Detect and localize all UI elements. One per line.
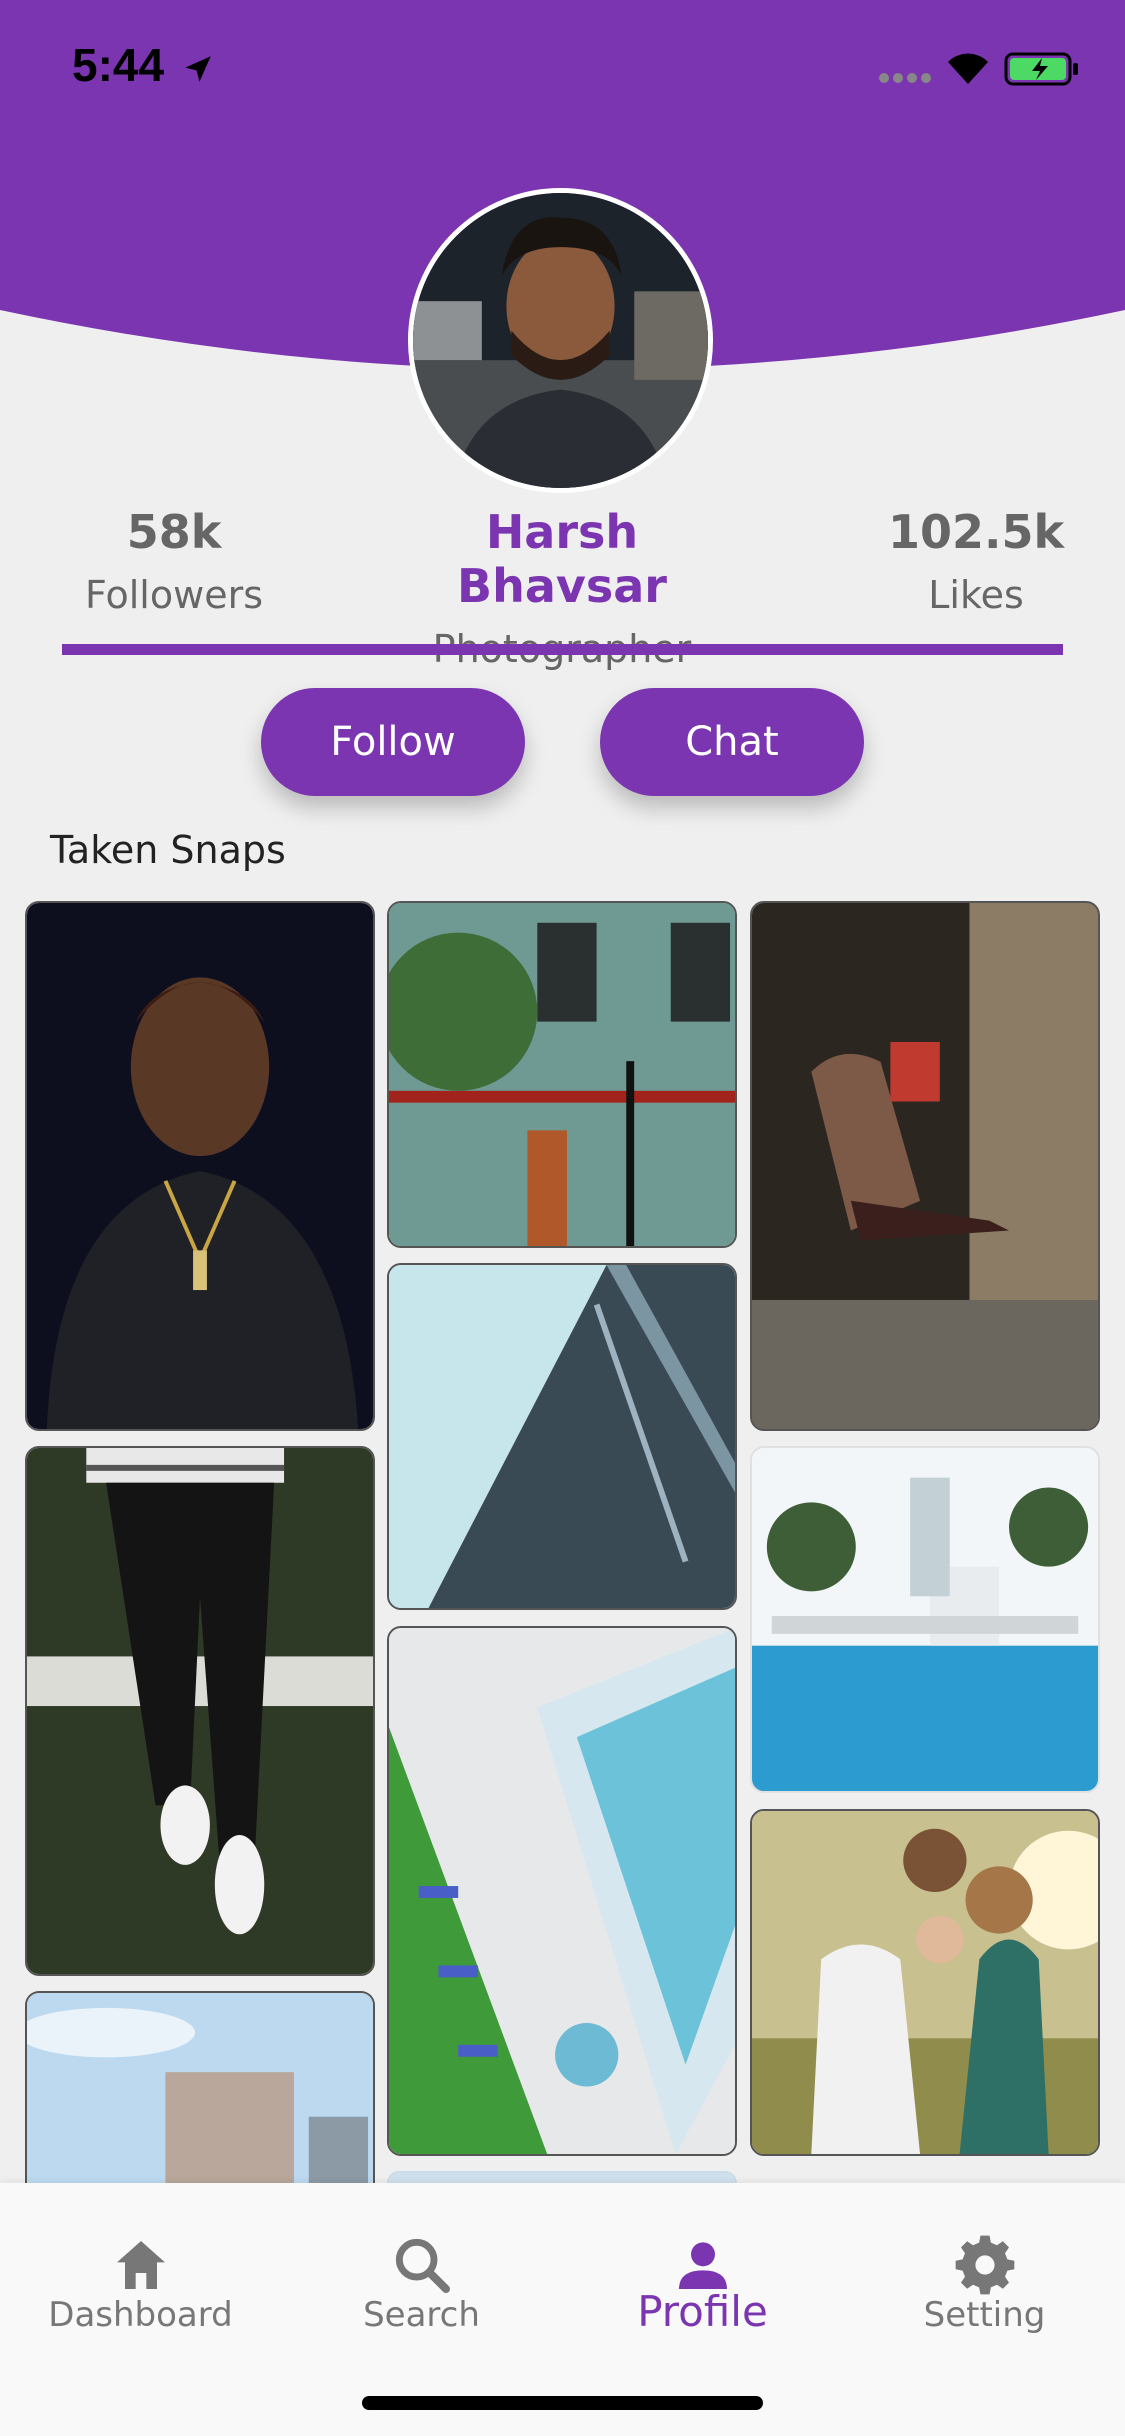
gear-icon xyxy=(955,2235,1014,2295)
photo-skyscraper[interactable] xyxy=(387,1263,737,1610)
tab-search-label: Search xyxy=(363,2295,480,2335)
likes-value: 102.5k xyxy=(887,505,1065,559)
tab-dashboard[interactable]: Dashboard xyxy=(0,2183,281,2383)
tab-profile[interactable]: Profile xyxy=(562,2183,843,2383)
followers-label: Followers xyxy=(85,573,263,617)
battery-icon xyxy=(1004,52,1078,86)
photo-family[interactable] xyxy=(750,1809,1100,2156)
photo-pool-aerial[interactable] xyxy=(387,1626,737,2156)
followers-value: 58k xyxy=(126,505,222,559)
signal-icon xyxy=(879,73,931,83)
photo-brick-building[interactable] xyxy=(387,901,737,1248)
avatar[interactable] xyxy=(408,188,713,493)
tab-setting-label: Setting xyxy=(923,2295,1046,2335)
photo-street-reader[interactable] xyxy=(750,901,1100,1431)
followers-stat[interactable]: 58k Followers xyxy=(24,505,324,617)
photo-partial[interactable] xyxy=(387,2171,737,2183)
tab-search[interactable]: Search xyxy=(281,2183,562,2383)
location-arrow-icon xyxy=(185,56,211,82)
photo-portrait-man[interactable] xyxy=(25,901,375,1431)
profile-name: Harsh Bhavsar xyxy=(457,505,667,613)
photo-tower-sky[interactable] xyxy=(25,1991,375,2183)
tab-dashboard-label: Dashboard xyxy=(48,2295,233,2335)
search-icon xyxy=(395,2238,450,2293)
likes-label: Likes xyxy=(928,573,1024,617)
tab-setting[interactable]: Setting xyxy=(844,2183,1125,2383)
likes-stat[interactable]: 102.5k Likes xyxy=(826,505,1125,617)
section-title: Taken Snaps xyxy=(50,828,286,872)
wifi-icon xyxy=(948,53,988,84)
photo-sneakers-field[interactable] xyxy=(25,1446,375,1976)
follow-button[interactable]: Follow xyxy=(261,688,525,796)
profile-divider xyxy=(62,644,1063,655)
status-bar: 5:44 xyxy=(0,0,1125,140)
tab-profile-label: Profile xyxy=(637,2287,768,2336)
home-indicator xyxy=(362,2396,763,2410)
status-time: 5:44 xyxy=(72,39,165,91)
chat-button[interactable]: Chat xyxy=(600,688,864,796)
photo-pool-palms[interactable] xyxy=(750,1446,1100,1793)
home-icon xyxy=(116,2241,165,2289)
